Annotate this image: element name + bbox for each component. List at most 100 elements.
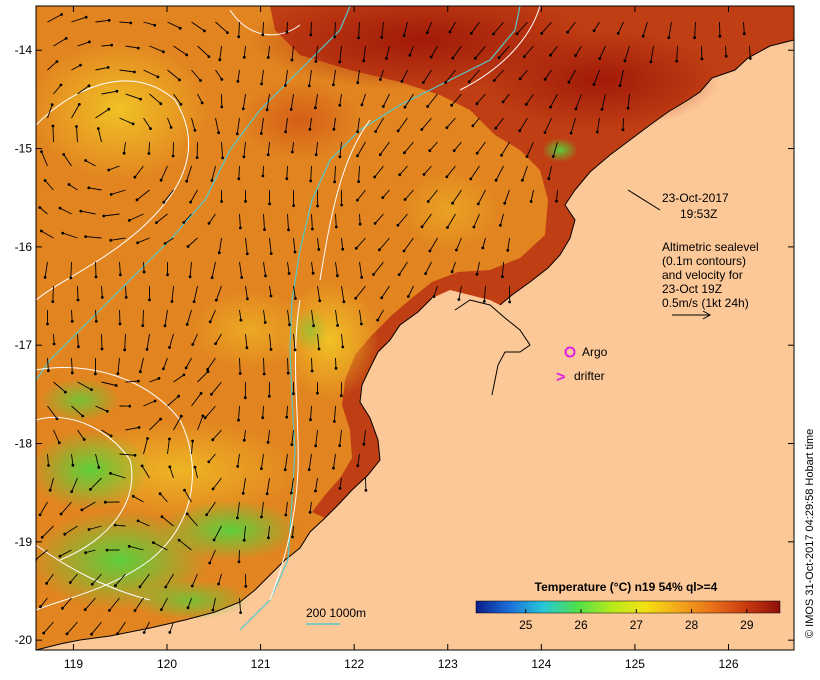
velocity-vector-head <box>159 417 163 421</box>
velocity-vector-head <box>293 250 297 254</box>
y-tick-label: -15 <box>15 142 33 156</box>
velocity-vector-head <box>693 36 696 40</box>
velocity-vector-head <box>360 276 364 279</box>
velocity-vector-head <box>179 414 183 418</box>
velocity-vector-head <box>97 466 101 469</box>
velocity-vector-head <box>316 391 319 395</box>
velocity-vector-head <box>398 173 402 177</box>
isobath-label: 200 1000m <box>306 606 366 620</box>
velocity-vector-head <box>641 34 645 38</box>
velocity-vector <box>95 261 97 277</box>
velocity-vector-head <box>567 80 571 84</box>
velocity-vector-head <box>65 632 69 636</box>
sealevel-line-3: and velocity for <box>662 268 743 282</box>
velocity-vector <box>262 165 264 177</box>
velocity-vector-head <box>200 101 204 105</box>
velocity-vector-head <box>211 487 215 491</box>
velocity-vector-head <box>457 298 461 301</box>
velocity-vector-head <box>217 582 221 586</box>
velocity-vector-head <box>290 58 294 62</box>
velocity-vector-head <box>378 248 381 252</box>
velocity-vector-head <box>51 300 55 303</box>
velocity-vector-head <box>408 53 412 57</box>
velocity-vector-head <box>374 130 378 133</box>
velocity-vector-head <box>82 438 86 441</box>
velocity-vector-head <box>42 631 46 635</box>
velocity-vector-head <box>84 551 87 555</box>
velocity-vector-head <box>476 202 480 206</box>
velocity-vector-head <box>87 528 91 531</box>
velocity-vector-head <box>649 60 653 64</box>
velocity-vector-head <box>445 175 449 179</box>
velocity-vector-head <box>595 130 599 134</box>
velocity-vector-head <box>518 77 522 81</box>
velocity-vector-head <box>492 79 496 82</box>
velocity-vector-head <box>90 582 94 586</box>
x-tick-label: 119 <box>64 657 83 671</box>
velocity-vector-head <box>452 149 456 153</box>
velocity-vector-head <box>501 275 504 279</box>
velocity-vector-head <box>100 296 104 299</box>
velocity-vector-head <box>260 467 263 470</box>
velocity-vector-head <box>263 321 267 324</box>
velocity-vector-head <box>292 392 295 396</box>
velocity-vector-head <box>309 33 313 37</box>
velocity-vector-head <box>110 43 114 47</box>
velocity-vector-head <box>675 59 679 63</box>
velocity-vector-head <box>149 127 152 130</box>
y-tick-label: -17 <box>15 338 33 352</box>
velocity-vector-head <box>136 46 140 50</box>
velocity-vector-head <box>237 560 241 564</box>
velocity-vector-head <box>243 396 247 400</box>
velocity-vector-head <box>518 129 522 133</box>
velocity-vector-head <box>339 394 343 398</box>
velocity-vector-head <box>220 200 224 203</box>
velocity-vector-head <box>592 83 596 86</box>
velocity-vector-head <box>221 156 225 160</box>
velocity-vector-head <box>718 34 722 38</box>
velocity-vector-head <box>356 464 360 468</box>
velocity-vector-head <box>356 130 359 134</box>
velocity-vector-head <box>191 343 195 346</box>
velocity-vector-head <box>47 369 50 373</box>
velocity-vector-head <box>178 26 182 30</box>
velocity-vector-head <box>160 515 164 519</box>
velocity-vector-head <box>354 296 358 300</box>
velocity-vector-head <box>501 100 505 104</box>
velocity-vector-head <box>667 36 671 40</box>
velocity-vector-head <box>551 155 555 158</box>
velocity-vector-head <box>77 345 80 349</box>
velocity-vector-head <box>84 235 87 239</box>
velocity-vector-head <box>317 347 321 351</box>
velocity-vector-head <box>341 345 345 349</box>
velocity-vector-head <box>316 204 319 208</box>
velocity-vector-head <box>163 324 167 328</box>
velocity-vector-head <box>494 126 498 130</box>
velocity-vector-head <box>574 107 578 111</box>
x-tick-label: 120 <box>157 657 177 671</box>
velocity-vector <box>622 117 624 130</box>
velocity-vector-head <box>618 84 622 87</box>
velocity-vector-head <box>237 35 241 39</box>
velocity-vector-head <box>94 372 97 376</box>
velocity-vector-head <box>336 274 339 278</box>
velocity-vector-head <box>94 275 98 279</box>
velocity-vector-head <box>293 348 297 352</box>
argo-label: Argo <box>582 345 608 359</box>
velocity-vector-head <box>185 53 189 57</box>
velocity-vector-head <box>40 535 44 539</box>
velocity-vector-head <box>142 631 146 634</box>
velocity-vector-head <box>81 414 85 418</box>
velocity-vector-head <box>50 103 54 107</box>
velocity-vector-head <box>156 75 160 79</box>
velocity-vector <box>101 333 103 349</box>
velocity-vector-head <box>177 394 181 398</box>
velocity-vector-head <box>621 128 625 132</box>
velocity-vector-head <box>237 418 240 422</box>
green-patch <box>542 138 578 162</box>
velocity-vector-head <box>87 84 91 88</box>
drifter-chevron-icon: > <box>556 369 565 386</box>
velocity-vector-head <box>373 175 377 179</box>
velocity-vector-head <box>470 31 473 35</box>
x-tick-label: 122 <box>344 657 364 671</box>
